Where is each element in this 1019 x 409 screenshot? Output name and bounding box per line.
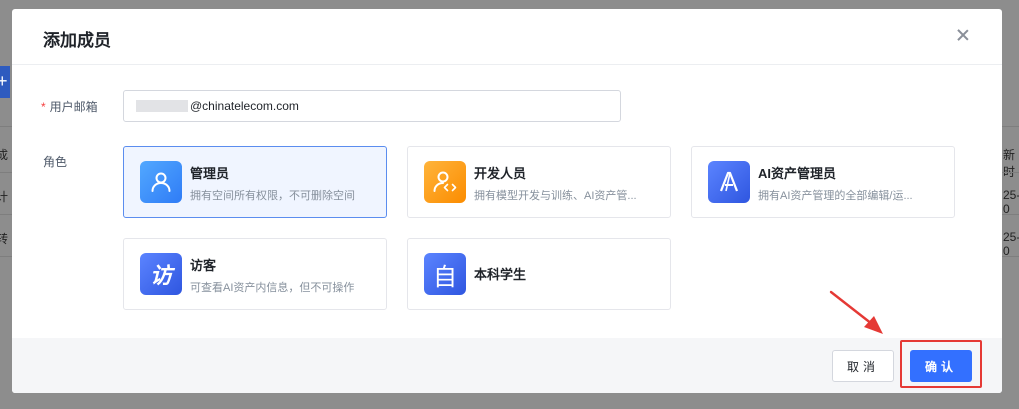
student-glyph-icon: 自 bbox=[424, 253, 466, 295]
role-name: 访客 bbox=[190, 258, 217, 273]
visitor-glyph-icon: 访 bbox=[140, 253, 182, 295]
background-add-button: + bbox=[0, 66, 10, 98]
background-text: 转 bbox=[0, 232, 9, 246]
dialog-footer: 取消 确认 bbox=[12, 338, 1002, 393]
role-card-visitor[interactable]: 访 访客 可查看AI资产内信息，但不可操作 bbox=[123, 238, 387, 310]
role-description: 可查看AI资产内信息，但不可操作 bbox=[190, 282, 355, 294]
person-icon bbox=[140, 161, 182, 203]
role-description: 拥有AI资产管理的全部编辑/运... bbox=[758, 190, 913, 202]
role-name: 开发人员 bbox=[474, 166, 527, 181]
masked-username bbox=[136, 100, 188, 112]
annotation-highlight-box bbox=[900, 340, 982, 388]
required-mark: * bbox=[41, 100, 46, 114]
role-description: 拥有空间所有权限，不可删除空间 bbox=[190, 190, 355, 202]
email-field[interactable]: @chinatelecom.com bbox=[123, 90, 621, 122]
dialog-header: 添加成员 bbox=[12, 9, 1002, 65]
email-domain-text: @chinatelecom.com bbox=[190, 99, 299, 113]
role-name: 管理员 bbox=[190, 166, 230, 181]
role-card-undergraduate[interactable]: 自 本科学生 bbox=[407, 238, 671, 310]
role-description: 拥有模型开发与训练、AI资产管... bbox=[474, 190, 637, 202]
email-label: * 用户邮箱 bbox=[41, 98, 98, 115]
background-text: 新时 bbox=[1003, 148, 1016, 179]
close-icon[interactable] bbox=[953, 25, 973, 45]
role-card-admin[interactable]: 管理员 拥有空间所有权限，不可删除空间 bbox=[123, 146, 387, 218]
role-card-developer[interactable]: 开发人员 拥有模型开发与训练、AI资产管... bbox=[407, 146, 671, 218]
developer-icon bbox=[424, 161, 466, 203]
background-text: 25-0 bbox=[1003, 188, 1019, 216]
add-member-dialog: 添加成员 * 用户邮箱 @chinatelecom.com 角色 管理员 拥有空间… bbox=[12, 9, 1002, 393]
background-text: 计 bbox=[0, 190, 9, 204]
background-text: 成 bbox=[0, 148, 9, 162]
email-label-text: 用户邮箱 bbox=[49, 100, 98, 114]
role-label: 角色 bbox=[43, 155, 68, 169]
role-name: AI资产管理员 bbox=[758, 166, 837, 181]
role-card-ai-asset-admin[interactable]: AI资产管理员 拥有AI资产管理的全部编辑/运... bbox=[691, 146, 955, 218]
ai-letter-icon bbox=[708, 161, 750, 203]
background-text: 25-0 bbox=[1003, 230, 1019, 258]
role-name: 本科学生 bbox=[474, 267, 527, 282]
dialog-title: 添加成员 bbox=[43, 31, 111, 50]
cancel-button[interactable]: 取消 bbox=[832, 350, 894, 382]
